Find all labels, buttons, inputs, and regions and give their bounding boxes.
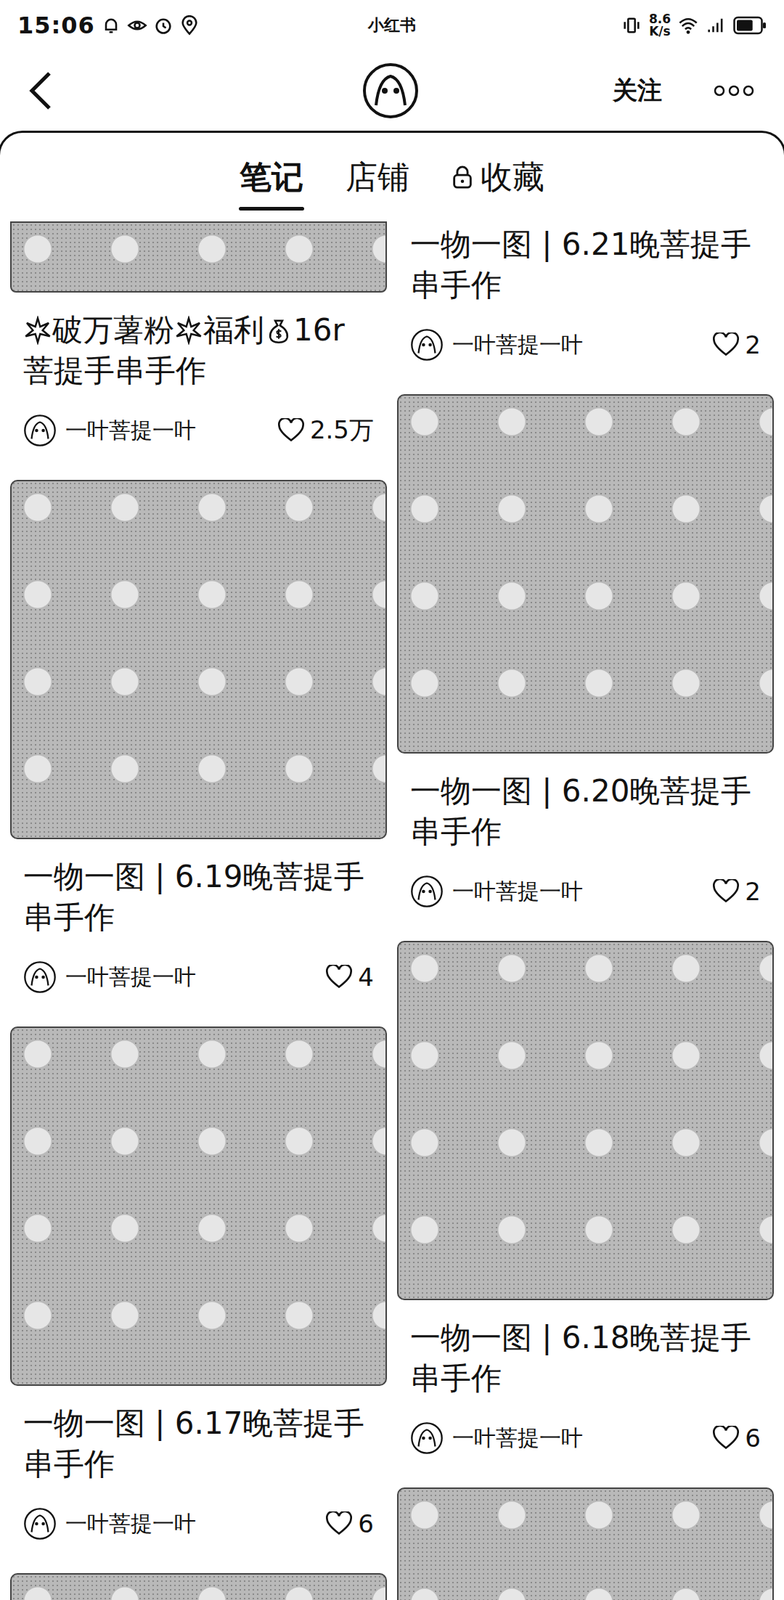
notes-column: 一物一图 | 6.21晚菩提手串手作一叶菩提一叶2一物一图 | 6.20晚菩提手… xyxy=(397,221,774,1600)
vibrate-icon xyxy=(621,15,642,36)
tab-bar: 笔记店铺收藏 xyxy=(0,132,784,222)
note-title[interactable]: 一物一图 | 6.21晚菩提手串手作 xyxy=(410,224,761,306)
heart-icon[interactable] xyxy=(712,1425,739,1451)
note-card[interactable]: 破万薯粉福利16r菩提手串手作一叶菩提一叶 2.5万 xyxy=(10,221,387,470)
note-title[interactable]: 一物一图 | 6.17晚菩提手串手作 xyxy=(23,1403,374,1485)
more-icon[interactable] xyxy=(712,83,755,98)
status-time: 15:06 xyxy=(17,11,96,40)
author-name[interactable]: 一叶菩提一叶 xyxy=(65,962,318,993)
note-card[interactable]: 一物一图 | 6.18晚菩提手串手作一叶菩提一叶6 xyxy=(397,940,774,1478)
heart-icon[interactable] xyxy=(325,964,353,990)
note-card[interactable] xyxy=(10,1573,387,1600)
battery-icon xyxy=(733,15,767,35)
note-cover[interactable] xyxy=(10,221,387,293)
heart-icon[interactable] xyxy=(278,418,305,443)
author-name[interactable]: 一叶菩提一叶 xyxy=(65,1509,318,1539)
note-cover[interactable] xyxy=(10,479,387,840)
like-count[interactable]: 4 xyxy=(325,962,374,992)
note-cover[interactable] xyxy=(10,1573,387,1600)
note-cover[interactable] xyxy=(10,1026,387,1386)
status-bar: 15:06 小红书 8.6K/s xyxy=(0,0,784,51)
like-count[interactable]: 6 xyxy=(712,1423,761,1453)
nav-bar: 关注 xyxy=(0,50,784,131)
notes-grid: 破万薯粉福利16r菩提手串手作一叶菩提一叶2.5万一物一图 | 6.19晚菩提手… xyxy=(0,221,784,1600)
note-card[interactable] xyxy=(397,1487,774,1600)
sparkle-icon xyxy=(23,315,53,345)
note-card[interactable]: 一物一图 | 6.17晚菩提手串手作一叶菩提一叶6 xyxy=(10,1026,387,1563)
author-row[interactable]: 一叶菩提一叶2 xyxy=(410,325,761,364)
author-avatar-icon[interactable] xyxy=(23,413,57,448)
note-title[interactable]: 一物一图 | 6.18晚菩提手串手作 xyxy=(410,1317,761,1399)
status-app-name: 小红书 xyxy=(368,14,416,37)
author-row[interactable]: 一叶菩提一叶2 xyxy=(410,872,761,911)
author-avatar-icon[interactable] xyxy=(410,1421,444,1455)
author-avatar-icon[interactable] xyxy=(23,960,57,994)
author-row[interactable]: 一叶菩提一叶4 xyxy=(23,958,374,996)
location-icon xyxy=(179,15,200,36)
follow-button[interactable]: 关注 xyxy=(612,74,663,108)
author-row[interactable]: 一叶菩提一叶6 xyxy=(410,1419,761,1457)
money-bag-icon xyxy=(264,315,294,345)
tab[interactable]: 笔记 xyxy=(239,148,304,207)
author-avatar-icon[interactable] xyxy=(410,874,444,909)
like-count[interactable]: 2 xyxy=(712,330,761,360)
note-cover[interactable] xyxy=(397,940,774,1301)
like-count[interactable]: 2 xyxy=(712,876,761,906)
note-card[interactable]: 一物一图 | 6.21晚菩提手串手作一叶菩提一叶2 xyxy=(397,221,774,385)
note-cover[interactable] xyxy=(397,394,774,754)
eye-icon xyxy=(127,15,148,36)
note-title[interactable]: 一物一图 | 6.19晚菩提手串手作 xyxy=(23,856,374,938)
sparkle-icon xyxy=(174,315,204,345)
network-speed: 8.6K/s xyxy=(648,13,671,38)
author-name[interactable]: 一叶菩提一叶 xyxy=(452,1423,705,1454)
author-row[interactable]: 一叶菩提一叶6 xyxy=(23,1504,374,1543)
tab[interactable]: 店铺 xyxy=(345,148,410,207)
wifi-icon xyxy=(678,15,699,36)
author-name[interactable]: 一叶菩提一叶 xyxy=(65,415,270,446)
tab[interactable]: 收藏 xyxy=(451,148,545,207)
signal-icon xyxy=(705,15,726,36)
note-title[interactable]: 一物一图 | 6.20晚菩提手串手作 xyxy=(410,770,761,853)
author-name[interactable]: 一叶菩提一叶 xyxy=(452,876,705,907)
notes-column: 破万薯粉福利16r菩提手串手作一叶菩提一叶 2.5万一物一图 | 6.19晚菩提手… xyxy=(10,221,387,1600)
like-count[interactable]: 6 xyxy=(325,1509,374,1539)
heart-icon[interactable] xyxy=(712,879,739,904)
like-count[interactable]: 2.5万 xyxy=(278,413,374,448)
profile-page: 15:06小红书8.6K/s关注笔记店铺收藏破万薯粉福利16r菩提手串手作一叶菩… xyxy=(0,0,784,1600)
note-title[interactable]: 破万薯粉福利16r菩提手串手作 xyxy=(23,309,374,392)
author-name[interactable]: 一叶菩提一叶 xyxy=(452,330,705,361)
profile-avatar-icon[interactable] xyxy=(361,61,420,120)
note-card[interactable]: 一物一图 | 6.20晚菩提手串手作一叶菩提一叶2 xyxy=(397,394,774,931)
author-avatar-icon[interactable] xyxy=(23,1507,57,1541)
back-icon[interactable] xyxy=(26,70,56,112)
note-card[interactable]: 一物一图 | 6.19晚菩提手串手作一叶菩提一叶4 xyxy=(10,479,387,1017)
lock-icon xyxy=(451,164,474,190)
alarm-icon xyxy=(153,15,174,36)
content-sheet: 笔记店铺收藏破万薯粉福利16r菩提手串手作一叶菩提一叶2.5万一物一图 | 6.… xyxy=(0,130,784,1600)
author-avatar-icon[interactable] xyxy=(410,328,444,362)
heart-icon[interactable] xyxy=(712,332,739,358)
author-row[interactable]: 一叶菩提一叶 2.5万 xyxy=(23,411,374,450)
note-cover[interactable] xyxy=(397,1487,774,1600)
heart-icon[interactable] xyxy=(325,1511,353,1537)
bell-icon xyxy=(100,15,122,36)
